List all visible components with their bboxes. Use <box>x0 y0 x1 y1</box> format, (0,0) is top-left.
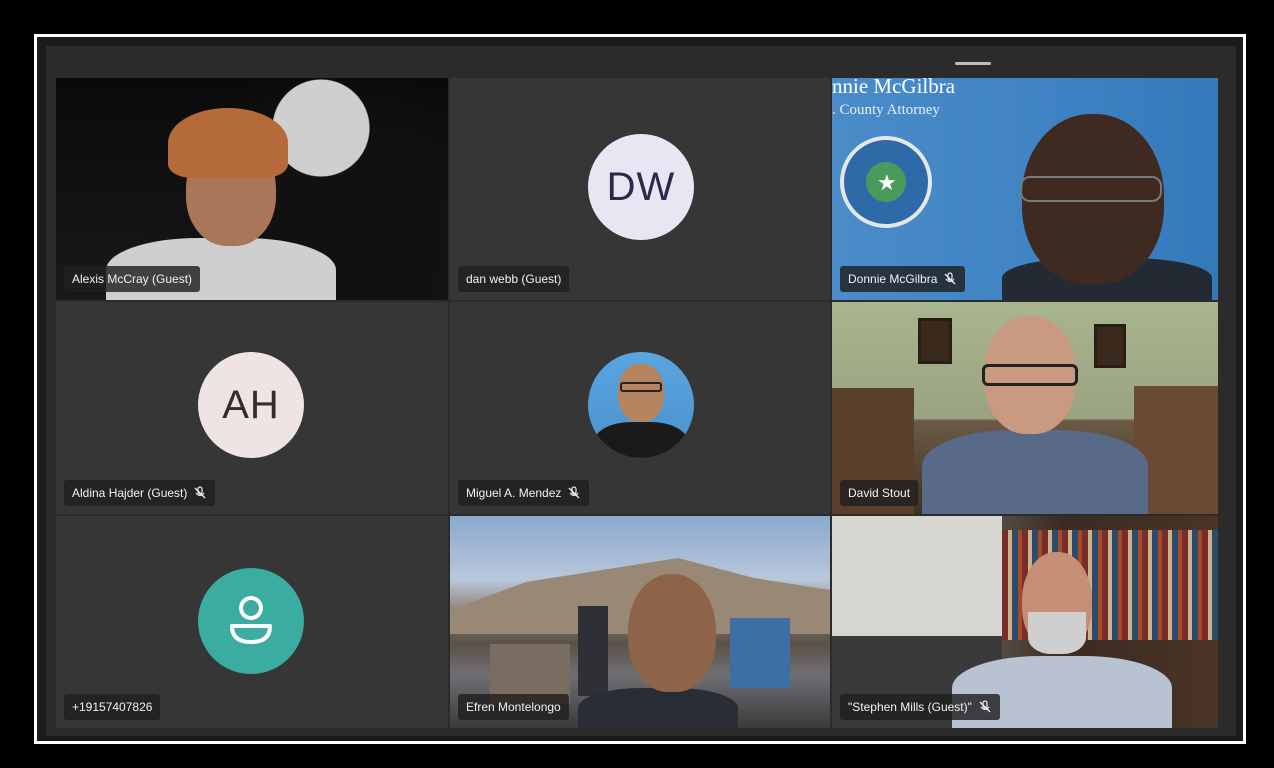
avatar-dw: DW <box>588 134 694 240</box>
participant-tile-david[interactable]: David Stout <box>832 302 1218 514</box>
glasses <box>982 364 1078 386</box>
panel-drag-handle[interactable] <box>955 62 991 65</box>
meeting-stage: Alexis McCray (Guest) DW dan webb (Guest… <box>46 46 1236 736</box>
mic-off-icon <box>568 486 580 499</box>
participant-tile-stephen[interactable]: "Stephen Mills (Guest)" <box>832 516 1218 728</box>
participant-hair <box>168 108 288 178</box>
participant-tile-alexis[interactable]: Alexis McCray (Guest) <box>56 78 448 300</box>
participant-name-label: Donnie McGilbra <box>840 266 966 292</box>
picture-frame <box>918 318 952 364</box>
participant-face <box>628 574 716 692</box>
participant-name-label: Alexis McCray (Guest) <box>64 266 201 292</box>
county-seal-icon: ★ <box>840 136 932 228</box>
participant-name-label: +19157407826 <box>64 694 161 720</box>
person-icon <box>198 568 304 674</box>
participant-video <box>578 688 738 728</box>
mic-off-icon <box>944 272 956 285</box>
participant-name-label: dan webb (Guest) <box>458 266 570 292</box>
participant-tile-miguel[interactable]: Miguel A. Mendez <box>450 302 830 514</box>
background-title: nnie McGilbra <box>832 78 956 98</box>
building <box>730 618 790 688</box>
participant-tile-aldina[interactable]: AH Aldina Hajder (Guest) <box>56 302 448 514</box>
participant-name-label: David Stout <box>840 480 919 506</box>
picture-frame <box>1094 324 1126 368</box>
participant-name-label: Efren Montelongo <box>458 694 569 720</box>
participant-video <box>922 430 1148 514</box>
background-subtitle: . County Attorney <box>832 102 940 118</box>
participant-name-label: Aldina Hajder (Guest) <box>64 480 216 506</box>
participant-tile-dan-webb[interactable]: DW dan webb (Guest) <box>450 78 830 300</box>
glasses <box>1020 176 1162 202</box>
building <box>578 606 608 696</box>
participant-name-label: Miguel A. Mendez <box>458 480 590 506</box>
participant-tile-efren[interactable]: Efren Montelongo <box>450 516 830 728</box>
avatar-ah: AH <box>198 352 304 458</box>
participant-tile-donnie[interactable]: nnie McGilbra . County Attorney ★ Donnie… <box>832 78 1218 300</box>
mic-off-icon <box>194 486 206 499</box>
participant-tile-phone[interactable]: +19157407826 <box>56 516 448 728</box>
mic-off-icon <box>979 700 991 713</box>
beard <box>1028 612 1086 654</box>
participant-name-label: "Stephen Mills (Guest)" <box>840 694 1000 720</box>
profile-photo <box>588 352 694 458</box>
